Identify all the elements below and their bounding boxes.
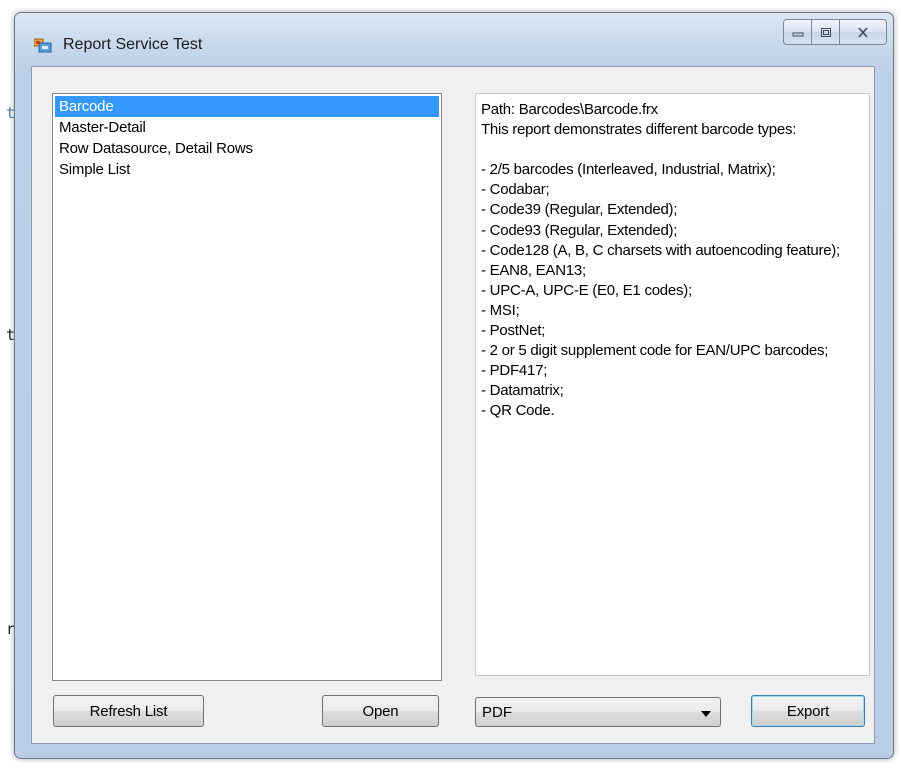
list-item-master-detail[interactable]: Master-Detail	[55, 117, 439, 138]
list-item-simple-list[interactable]: Simple List	[55, 159, 439, 180]
close-button[interactable]	[839, 19, 887, 45]
maximize-button[interactable]	[811, 19, 839, 45]
maximize-icon	[820, 27, 831, 37]
minimize-icon	[792, 32, 803, 37]
app-icon	[34, 38, 52, 53]
export-button[interactable]: Export	[751, 695, 865, 727]
list-item-barcode[interactable]: Barcode	[55, 96, 439, 117]
refresh-list-button[interactable]: Refresh List	[53, 695, 204, 727]
chevron-down-icon[interactable]	[701, 711, 711, 717]
close-icon	[858, 26, 868, 38]
caption-buttons	[783, 19, 887, 45]
open-button[interactable]: Open	[322, 695, 439, 727]
client-area: Barcode Master-Detail Row Datasource, De…	[31, 66, 875, 744]
minimize-button[interactable]	[783, 19, 811, 45]
export-format-value: PDF	[482, 704, 512, 721]
export-format-combobox[interactable]: PDF	[475, 697, 721, 727]
window-title: Report Service Test	[63, 36, 203, 53]
report-service-window: Report Service Test Barcode Master-Detai…	[14, 12, 894, 759]
report-listbox[interactable]: Barcode Master-Detail Row Datasource, De…	[52, 93, 442, 681]
list-item-row-datasource[interactable]: Row Datasource, Detail Rows	[55, 138, 439, 159]
title-bar[interactable]: Report Service Test	[15, 13, 893, 65]
report-description-textbox[interactable]: Path: Barcodes\Barcode.frx This report d…	[475, 93, 870, 676]
